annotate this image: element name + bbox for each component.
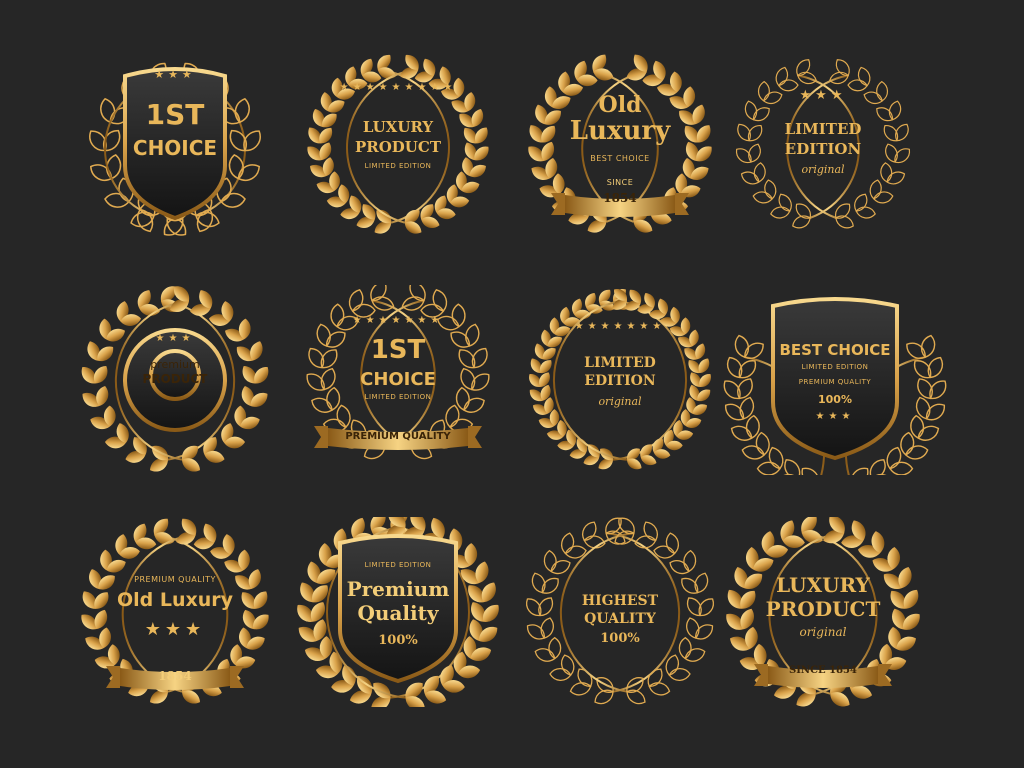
stars-icon: ★★★★★★★	[574, 321, 666, 332]
badge-r3c4: LUXURY PRODUCT original SINCE 1854	[708, 517, 938, 707]
stars-icon: ★★★	[799, 88, 847, 103]
ribbon-text: PREMIUM QUALITY	[345, 431, 451, 442]
stars-icon: ★★★	[154, 68, 196, 81]
badge-line-1: LUXURY	[776, 573, 870, 597]
badge-subtitle: PREMIUM QUALITY	[134, 575, 216, 584]
badge-grid: ★★★ 1ST CHOICE ★★★★★★★★★ LUXURY PRODUCT LIMITE…	[0, 0, 1024, 768]
stars-icon: ★★★★★★★	[352, 315, 444, 326]
badge-line-2: QUALITY	[584, 611, 656, 627]
badge-r1c4: ★★★ LIMITED EDITION original	[708, 50, 938, 240]
badge-line-1: LIMITED	[584, 355, 656, 371]
badge-r2c1: ★★★ premium PRODUCT	[60, 285, 290, 475]
badge-subtitle: original	[799, 625, 847, 639]
percent-text: 100%	[600, 631, 640, 646]
badge-r2c2: ★★★★★★★ 1ST CHOICE LIMITED EDITION PREMIUM Q…	[283, 285, 513, 475]
badge-line-1: Premium	[346, 577, 450, 601]
badge-line-1: 1ST	[370, 335, 426, 365]
badge-line-1: LIMITED	[784, 120, 862, 138]
badge-line-2: PRODUCT	[765, 597, 881, 621]
badge-line-2: EDITION	[584, 373, 656, 389]
stars-icon: ★★★	[815, 411, 855, 422]
badge-r2c4: BEST CHOICE LIMITED EDITION PREMIUM QUALIT…	[720, 285, 950, 475]
ribbon-text: SINCE 1854	[789, 665, 857, 676]
ribbon-text: 1854	[158, 669, 192, 683]
badge-r3c2: LIMITED EDITION Premium Quality 100%	[283, 517, 513, 707]
badge-subtitle: LIMITED EDITION	[364, 393, 432, 401]
badge-r3c3: HIGHEST QUALITY 100%	[505, 517, 735, 707]
badge-line-2: Luxury	[569, 116, 671, 146]
badge-line-1: Old	[598, 92, 642, 118]
badge-subtitle: LIMITED EDITION	[801, 363, 869, 371]
badge-line-1: 1ST	[145, 98, 205, 131]
percent-text: 100%	[818, 393, 852, 406]
badge-r1c1: ★★★ 1ST CHOICE	[60, 50, 290, 240]
badge-subtitle: BEST CHOICE	[590, 154, 650, 163]
badge-line-2: PRODUCT	[142, 372, 208, 386]
badge-r2c3: ★★★★★★★ LIMITED EDITION original	[505, 285, 735, 475]
badge-line-2: EDITION	[784, 140, 862, 158]
stars-icon: ★★★	[144, 619, 206, 640]
badge-subtitle: LIMITED EDITION	[364, 561, 432, 569]
badge-line-2: CHOICE	[132, 136, 218, 160]
stars-icon: ★★★★★★★★★	[339, 82, 457, 93]
badge-subtitle: original	[598, 395, 642, 408]
ribbon-text-1: SINCE	[606, 178, 634, 187]
ribbon-text: PREMIUM QUALITY	[798, 378, 872, 386]
stars-icon: ★★★	[155, 333, 195, 344]
badge-r3c1: PREMIUM QUALITY Old Luxury ★★★ 1854	[60, 517, 290, 707]
badge-r1c2: ★★★★★★★★★ LUXURY PRODUCT LIMITED EDITION	[283, 50, 513, 240]
badge-r1c3: Old Luxury BEST CHOICE SINCE 1854	[505, 50, 735, 240]
badge-line-2: Quality	[357, 601, 439, 625]
badge-line-2: CHOICE	[360, 369, 436, 390]
badge-line-1: Old Luxury	[116, 589, 234, 611]
badge-subtitle: LIMITED EDITION	[364, 162, 432, 170]
badge-line-1: BEST CHOICE	[779, 341, 891, 359]
percent-text: 100%	[378, 633, 418, 648]
badge-line-1: premium	[150, 358, 200, 371]
badge-line-2: PRODUCT	[354, 138, 441, 156]
ribbon-text-2: 1854	[603, 191, 637, 205]
badge-line-1: HIGHEST	[581, 593, 659, 609]
badge-line-1: LUXURY	[362, 118, 434, 136]
badge-subtitle: original	[801, 163, 845, 176]
